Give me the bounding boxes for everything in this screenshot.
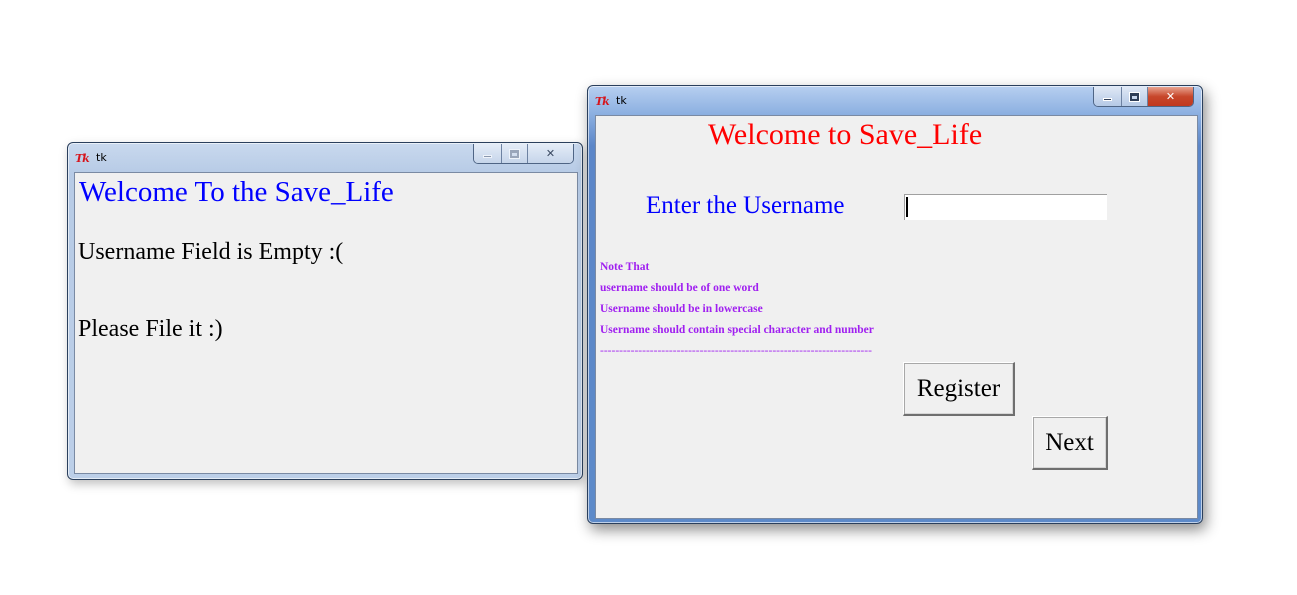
- maximize-button[interactable]: [1121, 87, 1147, 106]
- minimize-button[interactable]: [1094, 87, 1121, 106]
- tk-feather-icon: Tk: [595, 95, 610, 108]
- welcome-heading: Welcome To the Save_Life: [79, 176, 394, 208]
- tk-feather-icon: Tk: [75, 152, 90, 165]
- note-rule-one-word: username should be of one word: [600, 282, 759, 294]
- minimize-button[interactable]: [474, 144, 501, 163]
- right-window: Tk tk ✕ Welcome to Save_Life Enter the U…: [587, 85, 1203, 524]
- close-button[interactable]: ✕: [1147, 87, 1193, 106]
- username-label: Enter the Username: [646, 192, 845, 219]
- note-heading: Note That: [600, 261, 650, 273]
- close-button[interactable]: ✕: [527, 144, 573, 163]
- welcome-heading: Welcome to Save_Life: [708, 118, 983, 151]
- next-button[interactable]: Next: [1032, 416, 1108, 470]
- window-title: tk: [616, 94, 627, 107]
- left-window: Tk tk ✕ Welcome To the Save_Life Usernam…: [67, 142, 583, 480]
- left-window-titlebar[interactable]: Tk tk ✕: [68, 143, 582, 171]
- empty-username-message: Username Field is Empty :(: [78, 239, 344, 265]
- close-icon: ✕: [1165, 90, 1176, 103]
- left-window-content: Welcome To the Save_Life Username Field …: [74, 172, 578, 474]
- note-divider: ----------------------------------------…: [600, 345, 872, 357]
- window-controls: ✕: [473, 144, 574, 164]
- fill-it-message: Please File it :): [78, 316, 223, 342]
- username-input[interactable]: [904, 194, 1107, 220]
- right-window-content: Welcome to Save_Life Enter the Username …: [595, 115, 1198, 519]
- minimize-icon: [483, 155, 492, 158]
- text-cursor: [906, 197, 908, 217]
- register-button[interactable]: Register: [903, 362, 1015, 416]
- window-controls: ✕: [1093, 87, 1194, 107]
- right-window-titlebar[interactable]: Tk tk ✕: [588, 86, 1202, 114]
- minimize-icon: [1103, 98, 1112, 101]
- close-icon: ✕: [545, 147, 556, 160]
- window-title: tk: [96, 151, 107, 164]
- note-rule-lowercase: Username should be in lowercase: [600, 303, 763, 315]
- maximize-button[interactable]: [501, 144, 527, 163]
- maximize-icon: [509, 148, 520, 159]
- note-rule-special-chars: Username should contain special characte…: [600, 324, 874, 336]
- maximize-icon: [1129, 91, 1140, 102]
